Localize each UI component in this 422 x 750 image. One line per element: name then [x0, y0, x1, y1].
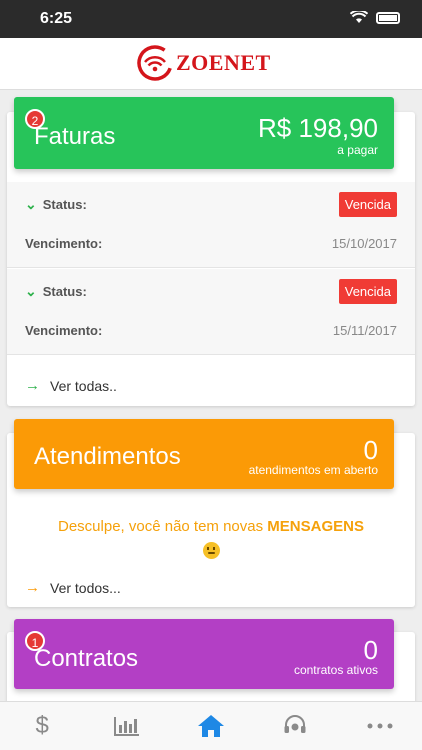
message-prefix: Desculpe, você não tem novas	[58, 518, 264, 535]
logo: ZOENET	[136, 44, 271, 82]
chevron-down-icon: ⌄	[25, 283, 37, 299]
no-messages-text: Desculpe, você não tem novas MENSAGENS	[7, 516, 415, 560]
arrow-right-icon: →	[25, 377, 40, 394]
contratos-count: 0	[363, 635, 378, 665]
contratos-count-label: contratos ativos	[293, 663, 378, 677]
status-icons	[350, 11, 400, 24]
wifi-icon	[350, 11, 368, 23]
faturas-amount: R$ 198,90	[258, 113, 378, 143]
bottom-tab-bar: $	[0, 701, 422, 750]
contratos-header[interactable]: 1 Contratos 0 contratos ativos	[14, 619, 394, 689]
status-badge: Vencida	[338, 279, 397, 304]
atendimentos-count-label: atendimentos em aberto	[248, 463, 378, 477]
faturas-header[interactable]: 2 Faturas R$ 198,90 a pagar	[14, 97, 394, 169]
due-label: Vencimento:	[25, 236, 103, 251]
due-date: 15/11/2017	[332, 323, 397, 338]
logo-mark-icon	[137, 45, 173, 81]
invoice-status: ⌄ Status:	[25, 196, 87, 213]
status-label: Status:	[42, 284, 87, 299]
app-header: ZOENET	[0, 38, 422, 90]
status-bar: 6:25	[0, 0, 422, 38]
invoice-status: ⌄ Status:	[25, 283, 87, 300]
atendimentos-view-all-link[interactable]: → Ver todos...	[25, 579, 121, 596]
faturas-view-all-link[interactable]: → Ver todas..	[25, 377, 117, 394]
view-all-label: Ver todas..	[50, 377, 117, 394]
chart-icon	[113, 717, 139, 736]
atendimentos-count: 0	[363, 435, 378, 465]
atendimentos-title: Atendimentos	[34, 443, 181, 470]
home-icon	[198, 715, 225, 737]
invoice-item[interactable]: ⌄ Status: Vencida Vencimento: 15/10/2017	[7, 182, 415, 268]
support-headset-icon	[284, 715, 306, 733]
due-date: 15/10/2017	[331, 236, 397, 251]
message-highlight: MENSAGENS	[267, 518, 364, 535]
more-icon	[367, 723, 393, 729]
faturas-title: Faturas	[34, 123, 116, 150]
status-label: Status:	[42, 197, 87, 212]
arrow-right-icon: →	[25, 579, 40, 596]
battery-icon	[376, 11, 400, 24]
tab-faturas[interactable]: $	[0, 702, 84, 750]
tab-home[interactable]	[169, 702, 253, 750]
smiley-icon	[202, 541, 220, 559]
brand-name: ZOENET	[176, 50, 271, 75]
chevron-down-icon: ⌄	[25, 196, 37, 212]
faturas-amount-label: a pagar	[337, 143, 378, 157]
tab-atendimento[interactable]	[253, 702, 337, 750]
due-label: Vencimento:	[25, 323, 103, 338]
tab-more[interactable]	[338, 702, 422, 750]
tab-consumo[interactable]	[84, 702, 168, 750]
contratos-title: Contratos	[34, 645, 139, 672]
clock: 6:25	[40, 10, 73, 27]
status-badge: Vencida	[338, 192, 397, 217]
dollar-icon: $	[35, 712, 49, 739]
atendimentos-header[interactable]: Atendimentos 0 atendimentos em aberto	[14, 419, 394, 489]
view-all-label: Ver todos...	[50, 579, 121, 596]
invoice-item[interactable]: ⌄ Status: Vencida Vencimento: 15/11/2017	[7, 269, 415, 355]
